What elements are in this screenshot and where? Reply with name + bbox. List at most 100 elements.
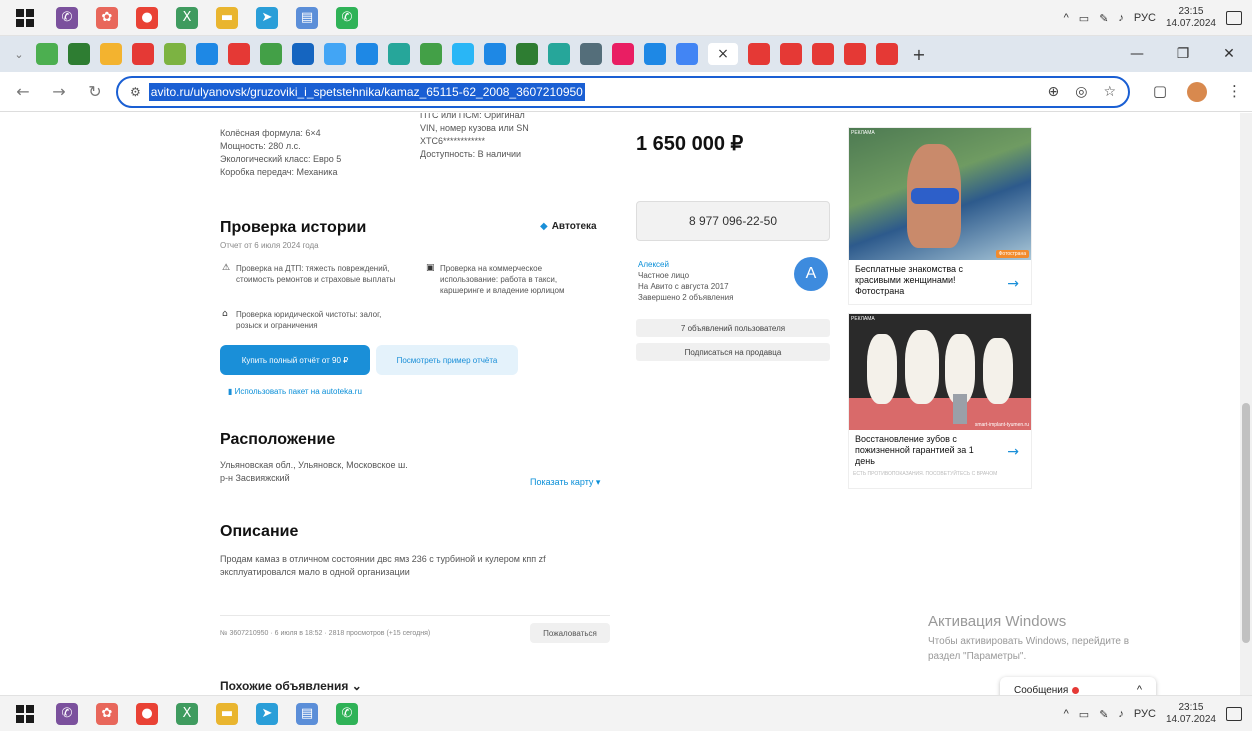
browser-tab[interactable] xyxy=(420,43,442,65)
similar-ads-toggle[interactable]: Похожие объявления ⌄ xyxy=(220,679,362,693)
telegram-icon[interactable]: ➤ xyxy=(256,6,278,29)
file-explorer-icon[interactable]: ▬ xyxy=(216,702,238,725)
notes-icon[interactable]: ▤ xyxy=(296,6,318,29)
complain-button[interactable]: Пожаловаться xyxy=(530,623,610,643)
autoteka-label: Автотека xyxy=(551,221,597,232)
seller-ads-button[interactable]: 7 объявлений пользователя xyxy=(636,319,830,337)
browser-tab[interactable] xyxy=(548,43,570,65)
browser-tab[interactable] xyxy=(68,43,90,65)
show-map-link[interactable]: Показать карту ▾ xyxy=(530,477,600,488)
site-settings-icon[interactable]: ⚙ xyxy=(130,85,141,99)
tray-volume-icon[interactable]: ♪ xyxy=(1118,708,1124,720)
ad-arrow-icon[interactable]: → xyxy=(1007,444,1019,460)
restore-button[interactable]: ❐ xyxy=(1160,46,1206,62)
browser-tab[interactable] xyxy=(196,43,218,65)
browser-tab[interactable] xyxy=(484,43,506,65)
eye-off-icon[interactable]: ◎ xyxy=(1075,84,1087,100)
messages-widget[interactable]: Сообщения ^ xyxy=(1000,677,1156,695)
browser-tab[interactable] xyxy=(812,43,834,65)
seller-name-link[interactable]: Алексей xyxy=(638,259,733,270)
browser-tab[interactable] xyxy=(292,43,314,65)
autoteka-brand[interactable]: ◆ Автотека xyxy=(540,221,597,232)
new-tab-button[interactable]: + xyxy=(908,43,930,65)
browser-tab[interactable] xyxy=(388,43,410,65)
tab-list-chevron-icon[interactable]: ⌄ xyxy=(12,48,26,61)
tray-chevron-icon[interactable]: ^ xyxy=(1064,708,1069,720)
browser-tab[interactable] xyxy=(676,43,698,65)
browser-tab[interactable] xyxy=(876,43,898,65)
bookmark-star-icon[interactable]: ☆ xyxy=(1103,84,1116,100)
tray-network-icon[interactable]: ▭ xyxy=(1079,708,1089,721)
tray-clock[interactable]: 23:15 14.07.2024 xyxy=(1166,702,1216,726)
taxi-icon: ▣ xyxy=(426,263,435,273)
browser-tab[interactable] xyxy=(612,43,634,65)
notes-icon[interactable]: ▤ xyxy=(296,702,318,725)
browser-tab[interactable] xyxy=(580,43,602,65)
telegram-icon[interactable]: ➤ xyxy=(256,702,278,725)
tab-search-icon[interactable]: ▢ xyxy=(1153,82,1167,102)
viber-icon[interactable]: ✆ xyxy=(56,702,78,725)
profile-avatar[interactable] xyxy=(1187,82,1207,102)
tray-language[interactable]: РУС xyxy=(1134,708,1156,720)
browser-tab[interactable] xyxy=(36,43,58,65)
whatsapp-icon[interactable]: ✆ xyxy=(336,702,358,725)
browser-tab[interactable] xyxy=(132,43,154,65)
page-scrollbar[interactable] xyxy=(1240,113,1252,695)
notifications-icon[interactable] xyxy=(1226,11,1242,25)
whatsapp-icon[interactable]: ✆ xyxy=(336,6,358,29)
back-button[interactable]: ← xyxy=(10,82,36,101)
browser-tab[interactable] xyxy=(780,43,802,65)
browser-tab[interactable] xyxy=(516,43,538,65)
windows-start-icon[interactable] xyxy=(16,8,34,27)
tray-network-icon[interactable]: ▭ xyxy=(1079,12,1089,25)
browser-tab[interactable] xyxy=(644,43,666,65)
seller-avatar[interactable]: A xyxy=(794,257,828,291)
subscribe-seller-button[interactable]: Подписаться на продавца xyxy=(636,343,830,361)
browser-tab[interactable] xyxy=(748,43,770,65)
tray-clock[interactable]: 23:15 14.07.2024 xyxy=(1166,6,1216,30)
ad-card-dating[interactable]: РЕКЛАМА Фотострана Бесплатные знакомства… xyxy=(848,127,1032,305)
browser-tab[interactable] xyxy=(260,43,282,65)
browser-tab[interactable] xyxy=(228,43,250,65)
excel-icon[interactable]: X xyxy=(176,702,198,725)
scrollbar-thumb[interactable] xyxy=(1242,403,1250,643)
crystal-icon[interactable]: ✿ xyxy=(96,702,118,725)
file-explorer-icon[interactable]: ▬ xyxy=(216,6,238,29)
excel-icon[interactable]: X xyxy=(176,6,198,29)
browser-tab[interactable] xyxy=(164,43,186,65)
browser-tab[interactable] xyxy=(452,43,474,65)
tray-volume-icon[interactable]: ♪ xyxy=(1118,12,1124,24)
crystal-icon[interactable]: ✿ xyxy=(96,6,118,29)
history-check-legal: ⌂ Проверка юридической чистоты: залог, р… xyxy=(222,309,396,331)
browser-menu-icon[interactable]: ⋮ xyxy=(1227,82,1242,102)
ad-arrow-icon[interactable]: → xyxy=(1007,276,1019,292)
notifications-icon[interactable] xyxy=(1226,707,1242,721)
browser-tab[interactable] xyxy=(324,43,346,65)
ad-card-dental[interactable]: РЕКЛАМА smart-implant-tyumen.ru Восстано… xyxy=(848,313,1032,489)
autoteka-package-link[interactable]: ▮ Использовать пакет на autoteka.ru xyxy=(228,385,362,398)
active-tab-close-icon[interactable]: × xyxy=(708,43,738,65)
chrome-icon[interactable]: ● xyxy=(136,6,158,29)
example-report-button[interactable]: Посмотреть пример отчёта xyxy=(376,345,518,375)
viber-icon[interactable]: ✆ xyxy=(56,6,78,29)
tray-pen-icon[interactable]: ✎ xyxy=(1099,708,1108,721)
messages-chevron-icon[interactable]: ^ xyxy=(1137,684,1142,695)
browser-tab[interactable] xyxy=(844,43,866,65)
zoom-icon[interactable]: ⊕ xyxy=(1047,84,1059,100)
autoteka-package-text[interactable]: Использовать пакет на autoteka.ru xyxy=(235,387,362,396)
reload-button[interactable]: ↻ xyxy=(82,82,108,101)
browser-tab[interactable] xyxy=(356,43,378,65)
close-window-button[interactable]: ✕ xyxy=(1206,46,1252,62)
minimize-button[interactable]: — xyxy=(1114,46,1160,62)
buy-report-button[interactable]: Купить полный отчёт от 90 ₽ xyxy=(220,345,370,375)
forward-button[interactable]: → xyxy=(46,82,72,101)
url-text[interactable]: avito.ru/ulyanovsk/gruzoviki_i_spetstehn… xyxy=(148,83,585,101)
address-bar[interactable]: ⚙ avito.ru/ulyanovsk/gruzoviki_i_spetste… xyxy=(116,76,1130,108)
tray-language[interactable]: РУС xyxy=(1134,12,1156,24)
show-phone-button[interactable]: 8 977 096-22-50 xyxy=(636,201,830,241)
tray-chevron-icon[interactable]: ^ xyxy=(1064,12,1069,24)
tray-pen-icon[interactable]: ✎ xyxy=(1099,12,1108,25)
windows-start-icon[interactable] xyxy=(16,704,34,723)
chrome-icon[interactable]: ● xyxy=(136,702,158,725)
browser-tab[interactable] xyxy=(100,43,122,65)
